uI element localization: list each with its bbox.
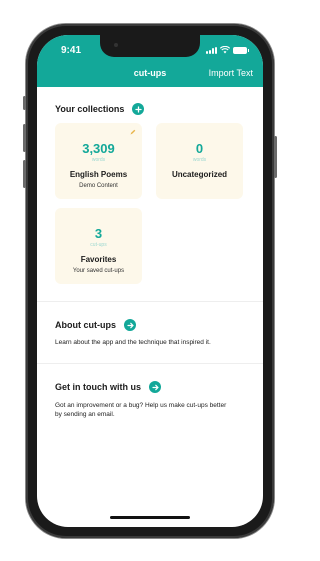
card-unit: cut-ups [90, 242, 107, 248]
volume-up-button [23, 124, 26, 152]
camera-dot [114, 43, 118, 47]
contact-arrow-button[interactable] [149, 381, 161, 393]
status-time: 9:41 [61, 45, 82, 56]
navigation-bar: 9:41 cut-ups Import Text [37, 35, 263, 87]
battery-icon [233, 47, 249, 54]
collections-header: Your collections [55, 103, 145, 115]
divider [37, 301, 263, 302]
card-count: 3,309 [82, 141, 115, 156]
collection-card-favorites[interactable]: 3 cut-ups Favorites Your saved cut-ups [55, 208, 142, 284]
about-arrow-button[interactable] [124, 319, 136, 331]
silent-switch [23, 96, 26, 110]
card-count: 0 [195, 141, 204, 156]
collection-card-english-poems[interactable]: 3,309 words English Poems Demo Content [55, 123, 142, 199]
phone-frame: 9:41 cut-ups Import Text Your collection… [23, 24, 277, 538]
card-title: Favorites [80, 255, 117, 264]
card-count: 3 [94, 226, 103, 241]
edit-pencil-icon[interactable] [130, 129, 136, 135]
home-indicator[interactable] [110, 516, 190, 519]
signal-icon [206, 47, 217, 54]
about-heading: About cut-ups [55, 320, 116, 330]
card-unit: words [91, 157, 106, 163]
card-title: Uncategorized [171, 170, 228, 179]
card-subtitle: Your saved cut-ups [72, 268, 125, 274]
about-header[interactable]: About cut-ups [55, 319, 136, 331]
add-collection-button[interactable] [132, 103, 145, 115]
screen: 9:41 cut-ups Import Text Your collection… [37, 35, 263, 527]
wifi-icon [220, 46, 230, 54]
import-text-button[interactable]: Import Text [209, 68, 253, 78]
arrow-right-icon [126, 322, 134, 328]
collections-heading: Your collections [55, 104, 125, 114]
plus-icon [135, 105, 142, 113]
contact-description: Got an improvement or a bug? Help us mak… [55, 402, 227, 418]
divider [37, 363, 263, 364]
card-title: English Poems [69, 170, 128, 179]
about-description: Learn about the app and the technique th… [55, 339, 211, 346]
collection-card-uncategorized[interactable]: 0 words Uncategorized [156, 123, 243, 199]
arrow-right-icon [151, 384, 159, 390]
card-unit: words [192, 157, 207, 163]
contact-header[interactable]: Get in touch with us [55, 381, 161, 393]
notch [100, 35, 200, 57]
power-button [274, 136, 277, 178]
card-subtitle: Demo Content [79, 183, 118, 189]
status-icons [206, 46, 249, 54]
volume-down-button [23, 160, 26, 188]
contact-heading: Get in touch with us [55, 382, 141, 392]
